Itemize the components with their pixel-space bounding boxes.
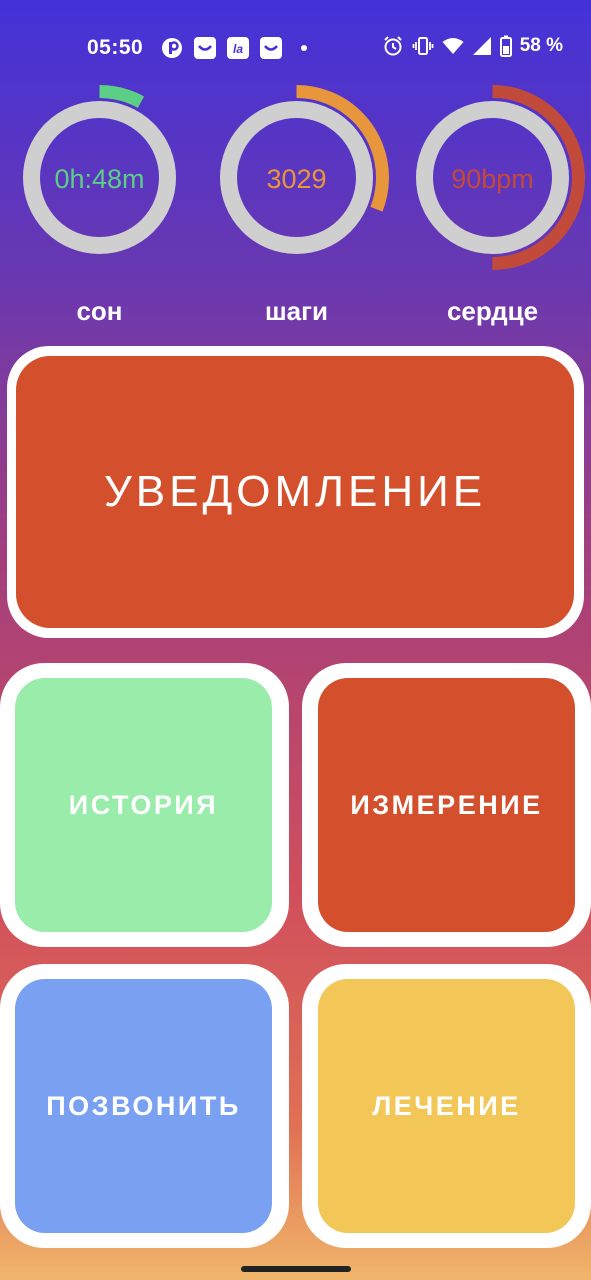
- notification-button[interactable]: УВЕДОМЛЕНИЕ: [16, 356, 574, 628]
- dot-icon: [297, 37, 319, 59]
- steps-value: 3029: [266, 164, 327, 194]
- treatment-label: ЛЕЧЕНИЕ: [372, 1090, 521, 1121]
- ozon-icon: [194, 37, 216, 59]
- heart-ring[interactable]: 90bpm: [395, 80, 590, 275]
- p-app-icon: [161, 37, 183, 59]
- wifi-icon: [442, 36, 464, 56]
- vibrate-icon: [412, 35, 434, 57]
- measurement-button[interactable]: ИЗМЕРЕНИЕ: [318, 678, 575, 932]
- status-bar: 05:50 la 58 %: [0, 0, 591, 92]
- sleep-ring[interactable]: 0h:48m: [2, 80, 197, 275]
- battery-icon: [499, 35, 512, 57]
- heart-value: 90bpm: [451, 164, 534, 194]
- call-button[interactable]: ПОЗВОНИТЬ: [15, 979, 272, 1233]
- status-time: 05:50: [87, 36, 144, 59]
- battery-percent: 58 %: [519, 35, 563, 56]
- home-indicator[interactable]: [241, 1266, 351, 1272]
- notification-label: УВЕДОМЛЕНИЕ: [103, 467, 487, 516]
- sleep-label: сон: [76, 296, 123, 326]
- steps-ring[interactable]: 3029: [199, 80, 394, 275]
- history-button[interactable]: ИСТОРИЯ: [15, 678, 272, 932]
- history-label: ИСТОРИЯ: [68, 789, 219, 820]
- call-label: ПОЗВОНИТЬ: [46, 1090, 241, 1121]
- treatment-button[interactable]: ЛЕЧЕНИЕ: [318, 979, 575, 1233]
- steps-label: шаги: [265, 296, 328, 326]
- alarm-icon: [382, 35, 404, 57]
- signal-icon: [472, 36, 492, 56]
- status-right-group: 58 %: [382, 35, 563, 57]
- ozon-icon: [260, 37, 282, 59]
- la-app-icon: la: [227, 37, 249, 59]
- sleep-value: 0h:48m: [54, 164, 145, 194]
- heart-label: сердце: [446, 296, 539, 326]
- svg-text:la: la: [233, 42, 243, 56]
- measurement-label: ИЗМЕРЕНИЕ: [350, 789, 543, 820]
